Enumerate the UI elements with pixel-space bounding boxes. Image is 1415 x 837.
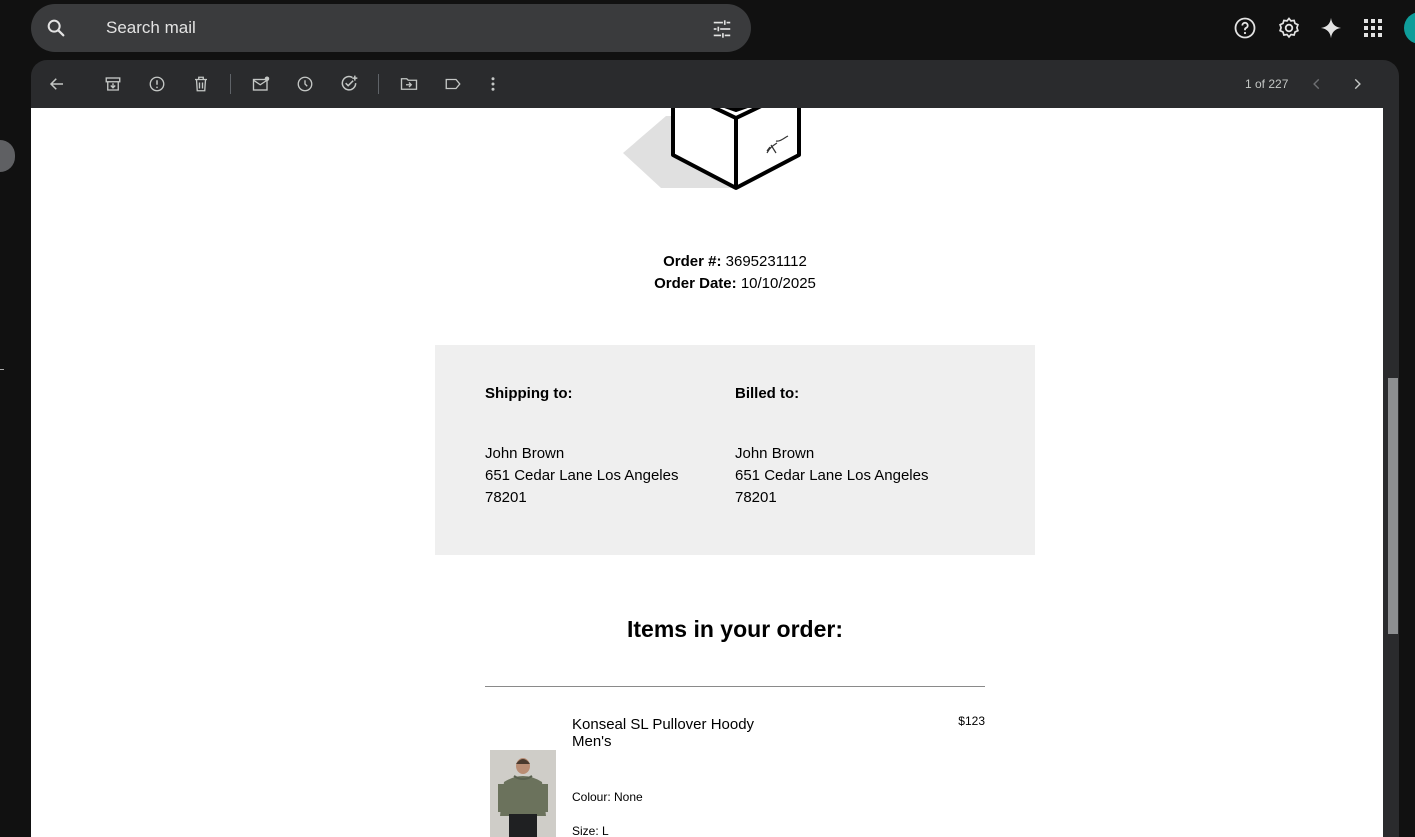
billing-name: John Brown	[735, 445, 815, 462]
items-heading: Items in your order:	[627, 616, 843, 642]
order-number-label: Order #:	[663, 253, 722, 270]
chevron-right-icon[interactable]	[1345, 72, 1369, 96]
order-date-label: Order Date:	[654, 275, 737, 292]
shipping-heading: Shipping to:	[485, 385, 573, 402]
product-price: $123	[958, 714, 985, 728]
help-icon[interactable]	[1231, 14, 1259, 42]
product-name-line1: Konseal SL Pullover Hoody	[572, 716, 755, 733]
toolbar-separator	[230, 74, 231, 94]
archive-icon[interactable]	[101, 72, 125, 96]
billing-street: 651 Cedar Lane Los Angeles	[735, 467, 929, 484]
divider	[485, 686, 985, 687]
order-number-value: 3695231112	[725, 253, 807, 270]
shipping-address: Shipping to: John Brown 651 Cedar Lane L…	[485, 385, 725, 509]
search-options-icon[interactable]	[711, 18, 733, 40]
product-image[interactable]	[490, 750, 556, 837]
product-name[interactable]: Konseal SL Pullover Hoody Men's	[572, 716, 772, 750]
shipping-zip: 78201	[485, 489, 527, 506]
account-avatar[interactable]	[1404, 12, 1415, 44]
divider	[0, 369, 4, 370]
billing-address: Billed to: John Brown 651 Cedar Lane Los…	[735, 385, 975, 509]
scrollbar-thumb[interactable]	[1388, 378, 1398, 634]
chevron-left-icon[interactable]	[1305, 72, 1329, 96]
search-bar[interactable]	[31, 4, 751, 52]
report-spam-icon[interactable]	[145, 72, 169, 96]
snooze-icon[interactable]	[293, 72, 317, 96]
order-date-value: 10/10/2025	[740, 275, 816, 292]
message-panel: 1 of 227 Order #: 3695231112 Order Date:…	[31, 60, 1399, 837]
add-to-tasks-icon[interactable]	[337, 72, 361, 96]
search-icon[interactable]	[45, 17, 67, 39]
shipping-street: 651 Cedar Lane Los Angeles	[485, 467, 679, 484]
more-vert-icon[interactable]	[481, 72, 505, 96]
toolbar-separator	[378, 74, 379, 94]
scrollbar[interactable]	[1383, 108, 1399, 837]
shipping-name: John Brown	[485, 445, 565, 462]
search-input[interactable]	[106, 4, 706, 52]
settings-icon[interactable]	[1275, 14, 1303, 42]
box-logo-illustration	[623, 108, 801, 190]
label-icon[interactable]	[441, 72, 465, 96]
apps-grid-icon[interactable]	[1359, 14, 1387, 42]
order-summary: Order #: 3695231112 Order Date: 10/10/20…	[31, 251, 1383, 295]
product-size: Size: L	[572, 824, 609, 837]
side-panel-toggle[interactable]	[0, 140, 15, 172]
delete-icon[interactable]	[189, 72, 213, 96]
billing-zip: 78201	[735, 489, 777, 506]
product-name-line2: Men's	[572, 733, 612, 750]
back-arrow-icon[interactable]	[45, 72, 69, 96]
message-toolbar: 1 of 227	[31, 60, 1399, 108]
billing-heading: Billed to:	[735, 385, 800, 402]
product-colour: Colour: None	[572, 790, 643, 804]
order-number-line: Order #: 3695231112	[31, 251, 1383, 273]
gemini-sparkle-icon[interactable]	[1317, 14, 1345, 42]
move-to-icon[interactable]	[397, 72, 421, 96]
mark-unread-icon[interactable]	[249, 72, 273, 96]
email-body: Order #: 3695231112 Order Date: 10/10/20…	[31, 108, 1383, 837]
top-bar	[0, 0, 1415, 60]
pager-count: 1 of 227	[1245, 77, 1289, 91]
address-box: Shipping to: John Brown 651 Cedar Lane L…	[435, 345, 1035, 555]
order-date-line: Order Date: 10/10/2025	[31, 273, 1383, 295]
